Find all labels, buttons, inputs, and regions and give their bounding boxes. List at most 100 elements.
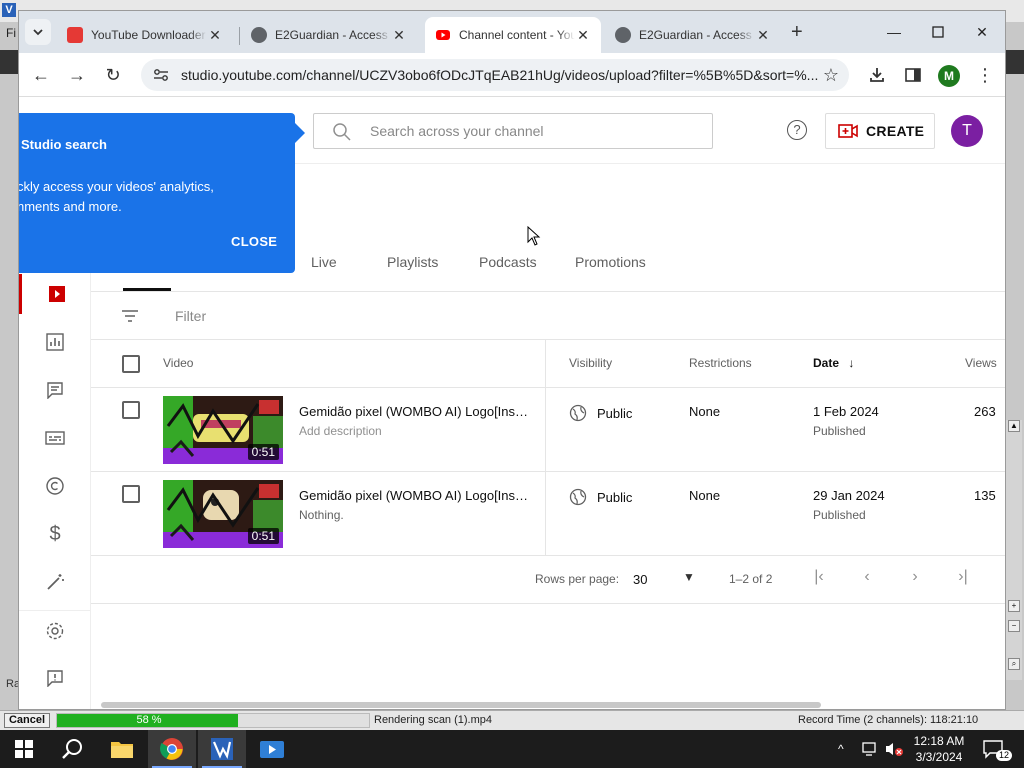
tab-live[interactable]: Live [311, 254, 337, 270]
minimize-icon[interactable]: — [871, 19, 917, 45]
tab-title: E2Guardian - Access [275, 28, 388, 42]
taskbar-search-icon[interactable] [48, 730, 96, 768]
filter-placeholder: Filter [175, 308, 207, 324]
video-thumbnail[interactable]: 0:51 [163, 480, 283, 548]
globe-icon [569, 404, 587, 422]
sidebar-item-comments[interactable] [19, 370, 91, 410]
create-button-label: CREATE [866, 123, 925, 139]
maximize-icon[interactable] [915, 19, 961, 45]
close-tab-icon[interactable]: ✕ [207, 27, 223, 44]
bookmark-star-icon[interactable]: ☆ [823, 65, 839, 86]
video-thumbnail[interactable]: 0:51 [163, 396, 283, 464]
tooltip-close-button[interactable]: CLOSE [231, 234, 277, 249]
rows-per-page-select[interactable]: 30 [633, 572, 647, 587]
tab-channel-content[interactable]: Channel content - YouTube ✕ [425, 17, 601, 53]
table-row[interactable]: 0:51 Gemidão pixel (WOMBO AI) Logo[Insp.… [91, 388, 1005, 472]
url-text[interactable]: studio.youtube.com/channel/UCZV3obo6fODc… [181, 67, 821, 83]
show-hidden-icons-chevron-icon[interactable]: ^ [838, 730, 844, 768]
select-all-checkbox[interactable] [122, 355, 140, 373]
tab-search-button[interactable] [25, 19, 51, 45]
sidebar-item-feedback[interactable] [19, 658, 91, 698]
views-cell: 135 [974, 488, 996, 503]
create-button[interactable]: CREATE [825, 113, 935, 149]
new-tab-plus-icon[interactable]: + [791, 22, 803, 42]
clock[interactable]: 12:18 AM 3/3/2024 [910, 730, 968, 768]
cancel-render-button[interactable]: Cancel [4, 713, 50, 728]
background-scroll-button[interactable]: + [1008, 600, 1020, 612]
sidebar-item-copyright[interactable] [19, 466, 91, 506]
notification-center-icon[interactable]: 12 [982, 730, 1013, 768]
dollar-icon: $ [49, 522, 61, 545]
video-description[interactable]: Nothing. [299, 508, 344, 522]
sidebar-item-earn[interactable]: $ [19, 514, 91, 554]
video-description[interactable]: Add description [299, 424, 382, 438]
previous-page-icon[interactable]: ‹ [857, 568, 877, 588]
row-checkbox[interactable] [122, 485, 140, 503]
background-scroll-button[interactable]: ▲ [1008, 420, 1020, 432]
visibility-cell[interactable]: Public [569, 404, 632, 422]
render-status-bar: Cancel 58 % Rendering scan (1).mp4 Recor… [0, 710, 1024, 730]
column-header-date[interactable]: Date ↓ [813, 356, 854, 370]
sidebar-item-content[interactable] [19, 274, 91, 314]
active-tab-indicator [123, 288, 171, 291]
table-row[interactable]: 0:51 Gemidão pixel (WOMBO AI) Logo[Insp.… [91, 472, 1005, 556]
download-icon [67, 27, 83, 43]
video-title[interactable]: Gemidão pixel (WOMBO AI) Logo[Insp... [299, 488, 531, 503]
channel-search-input[interactable]: Search across your channel [313, 113, 713, 149]
next-page-icon[interactable]: › [905, 568, 925, 588]
tab-youtube-downloader[interactable]: YouTube Downloader ✕ [57, 17, 233, 53]
chrome-taskbar-icon[interactable] [148, 730, 196, 768]
kebab-menu-icon[interactable]: ⋮ [973, 63, 997, 87]
publish-status: Published [813, 508, 866, 522]
media-player-icon[interactable] [248, 730, 296, 768]
last-page-icon[interactable]: ›| [953, 568, 973, 588]
channel-avatar[interactable]: T [951, 115, 983, 147]
background-scrollbar[interactable]: ▲ + − ⌕ [1006, 420, 1022, 680]
feedback-icon [47, 670, 63, 687]
back-arrow-icon[interactable]: ← [27, 61, 55, 89]
background-menu-file[interactable]: Fi [6, 26, 16, 40]
file-explorer-icon[interactable] [98, 730, 146, 768]
visibility-cell[interactable]: Public [569, 488, 632, 506]
column-header-video: Video [163, 356, 194, 370]
help-icon[interactable]: ? [787, 120, 807, 140]
start-windows-icon[interactable] [0, 730, 48, 768]
tab-e2guardian-1[interactable]: E2Guardian - Access ✕ [241, 17, 417, 53]
close-tab-icon[interactable]: ✕ [391, 27, 407, 44]
sidebar-item-settings[interactable] [19, 610, 91, 650]
background-zoom-icon[interactable]: ⌕ [1008, 658, 1020, 670]
close-tab-icon[interactable]: ✕ [575, 27, 591, 44]
reload-icon[interactable]: ↻ [99, 61, 127, 89]
first-page-icon[interactable]: |‹ [809, 568, 829, 588]
horizontal-scrollbar[interactable] [101, 702, 821, 708]
column-header-visibility: Visibility [569, 356, 613, 370]
tab-e2guardian-2[interactable]: E2Guardian - Access ✕ [605, 17, 781, 53]
background-scroll-button[interactable]: − [1008, 620, 1020, 632]
download-icon[interactable] [865, 63, 889, 87]
sidebar-item-analytics[interactable] [19, 322, 91, 362]
clock-date: 3/3/2024 [915, 750, 963, 764]
forward-arrow-icon[interactable]: → [63, 61, 91, 89]
close-window-icon[interactable]: ✕ [959, 19, 1005, 45]
caret-down-icon[interactable]: ▼ [679, 570, 699, 590]
search-placeholder: Search across your channel [370, 123, 544, 139]
filter-bar[interactable]: Filter [91, 292, 1005, 340]
side-panel-icon[interactable] [901, 63, 925, 87]
row-checkbox[interactable] [122, 401, 140, 419]
vegas-taskbar-icon[interactable] [198, 730, 246, 768]
tab-podcasts[interactable]: Podcasts [479, 254, 537, 270]
site-settings-icon[interactable] [153, 68, 169, 82]
filter-icon[interactable] [121, 308, 139, 324]
sidebar-item-customization[interactable] [19, 562, 91, 602]
close-tab-icon[interactable]: ✕ [755, 27, 771, 44]
volume-muted-icon[interactable] [884, 730, 904, 768]
address-bar[interactable]: studio.youtube.com/channel/UCZV3obo6fODc… [141, 59, 849, 91]
video-title[interactable]: Gemidão pixel (WOMBO AI) Logo[Insp... [299, 404, 531, 419]
date-header-label: Date [813, 356, 840, 370]
network-icon[interactable] [862, 730, 880, 768]
sidebar-item-subtitles[interactable] [19, 418, 91, 458]
globe-icon [569, 488, 587, 506]
profile-avatar[interactable]: M [938, 65, 960, 87]
tab-playlists[interactable]: Playlists [387, 254, 438, 270]
tab-promotions[interactable]: Promotions [575, 254, 646, 270]
